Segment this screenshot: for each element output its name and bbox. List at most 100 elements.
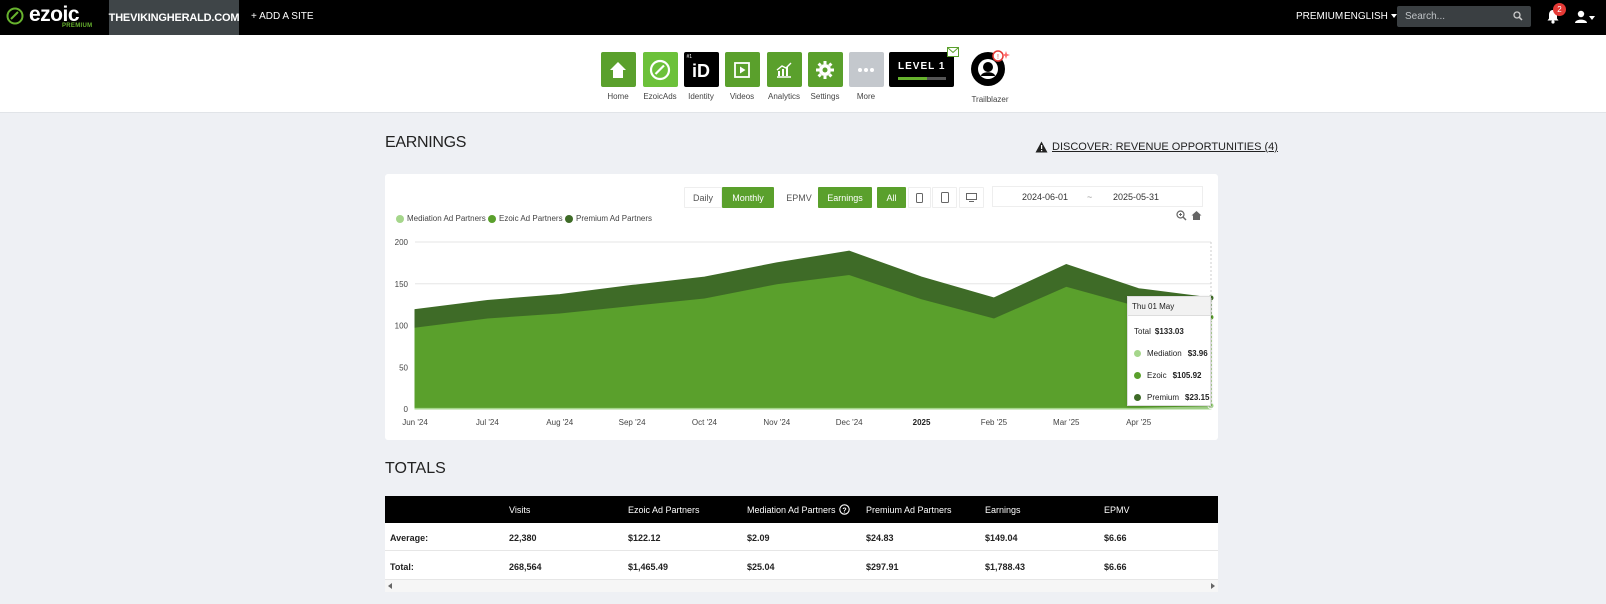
gear-icon (807, 52, 843, 87)
x-tick-label: Oct '24 (692, 418, 718, 427)
svg-text:?: ? (842, 507, 846, 514)
tooltip-row-mediation: Mediation $3.96 (1134, 349, 1208, 358)
discover-revenue-link[interactable]: DISCOVER: REVENUE OPPORTUNITIES (4) (1035, 141, 1278, 153)
nav-label: More (856, 92, 876, 101)
tooltip-row-value: $105.92 (1172, 371, 1202, 380)
table-cell: $24.83 (866, 533, 894, 543)
x-tick-label: Jul '24 (476, 418, 499, 427)
earnings-title: EARNINGS (385, 134, 467, 151)
scroll-left-arrow-icon[interactable] (388, 583, 392, 589)
horizontal-scrollbar[interactable] (385, 580, 1218, 592)
tooltip-row-label: Ezoic (1147, 371, 1167, 380)
x-tick-label: Sep '24 (619, 418, 646, 427)
column-header[interactable]: Mediation Ad Partners ? (747, 504, 850, 515)
tooltip-swatch (1134, 350, 1141, 357)
identity-tag: #1 (686, 54, 693, 60)
x-tick-label: Apr '25 (1126, 418, 1152, 427)
column-header[interactable]: Premium Ad Partners (866, 505, 952, 515)
tooltip-swatch (1134, 372, 1141, 379)
table-cell: 268,564 (509, 562, 542, 572)
home-icon (600, 52, 636, 87)
notification-badge: 2 (1553, 3, 1566, 16)
analytics-icon (766, 52, 802, 87)
scroll-right-arrow-icon[interactable] (1211, 583, 1215, 589)
table-cell: Total: (390, 562, 414, 572)
caret-down-icon (1390, 14, 1397, 19)
site-selector[interactable]: THEVIKINGHERALD.COM (109, 0, 240, 35)
nav-item-more[interactable]: More (848, 52, 884, 101)
x-tick-label: Feb '25 (981, 418, 1008, 427)
trailblazer-label: Trailblazer (971, 95, 1009, 104)
x-tick-label: Nov '24 (763, 418, 790, 427)
totals-title: TOTALS (385, 460, 446, 477)
top-bar: ezoic PREMIUM THEVIKINGHERALD.COM + ADD … (0, 0, 1606, 35)
mail-icon[interactable] (947, 47, 959, 57)
premium-link[interactable]: PREMIUM (1296, 11, 1343, 22)
language-selector[interactable]: ENGLISH (1344, 11, 1397, 22)
language-label: ENGLISH (1344, 11, 1388, 22)
table-cell: $6.66 (1104, 533, 1127, 543)
x-tick-label: Mar '25 (1053, 418, 1080, 427)
level-text: LEVEL 1 (898, 61, 946, 72)
x-tick-label: Jun '24 (402, 418, 428, 427)
table-cell: 22,380 (509, 533, 537, 543)
column-header[interactable]: Earnings (985, 505, 1021, 515)
video-icon (724, 52, 760, 87)
tooltip-row-value: $23.15 (1185, 393, 1210, 402)
table-cell: $122.12 (628, 533, 661, 543)
column-header[interactable]: Ezoic Ad Partners (628, 505, 700, 515)
caret-down-icon (1589, 16, 1595, 20)
discover-text: DISCOVER: REVENUE OPPORTUNITIES (4) (1052, 141, 1278, 153)
earnings-area-chart[interactable]: 0 50 100 150 200 Jun '24 Jul '24 Aug '24 Sep '24… (385, 174, 1218, 440)
logo-subtext: PREMIUM (62, 23, 93, 29)
x-tick-label: Dec '24 (836, 418, 863, 427)
level-badge[interactable]: LEVEL 1 (889, 47, 959, 87)
earnings-chart-card: Daily Monthly EPMV Earnings All 2024-06-… (385, 174, 1218, 440)
chart-tooltip: Thu 01 May Total $133.03 Mediation $3.96 E… (1127, 296, 1211, 406)
column-header[interactable]: EPMV (1104, 505, 1130, 515)
tooltip-total-label: Total (1134, 327, 1151, 336)
search-icon[interactable] (1513, 11, 1523, 21)
search-input[interactable] (1397, 6, 1531, 27)
table-cell: $149.04 (985, 533, 1018, 543)
table-cell: $6.66 (1104, 562, 1127, 572)
ezoic-ads-icon (642, 52, 678, 87)
table-header: Visits Ezoic Ad Partners Mediation Ad Pa… (385, 496, 1218, 523)
table-cell: $2.09 (747, 533, 770, 543)
app-nav-bar: Home EzoicAds #1 iD Identity Videos Anal… (0, 35, 1606, 113)
table-row: Total: 268,564 $1,465.49 $25.04 $297.91 … (385, 552, 1218, 580)
table-cell: $297.91 (866, 562, 899, 572)
x-tick-label: Aug '24 (546, 418, 573, 427)
tooltip-row-value: $3.96 (1187, 349, 1208, 358)
y-tick-label: 50 (399, 363, 408, 372)
level-progress-bar (898, 77, 946, 80)
tooltip-date: Thu 01 May (1128, 297, 1210, 316)
identity-text: iD (692, 61, 710, 81)
y-tick-label: 200 (395, 238, 409, 247)
tooltip-total-value: $133.03 (1154, 327, 1184, 336)
tooltip-swatch (1134, 394, 1141, 401)
table-cell: $1,465.49 (628, 562, 669, 572)
table-cell: Average: (390, 533, 429, 543)
more-icon (848, 52, 884, 87)
tooltip-row-label: Mediation (1147, 349, 1182, 358)
table-row: Average: 22,380 $122.12 $2.09 $24.83 $14… (385, 523, 1218, 551)
user-menu[interactable] (1575, 10, 1595, 28)
warning-icon (1035, 141, 1048, 153)
user-icon (1575, 10, 1587, 23)
help-icon[interactable]: ? (838, 504, 850, 515)
tooltip-row-label: Premium (1147, 393, 1180, 402)
ezoic-logo-icon (6, 7, 24, 25)
tooltip-row-ezoic: Ezoic $105.92 (1134, 371, 1201, 380)
identity-icon: #1 iD (683, 52, 719, 87)
trailblazer[interactable]: ! Trailblazer (960, 48, 1020, 104)
add-site-link[interactable]: + ADD A SITE (251, 11, 314, 22)
x-tick-label: 2025 (913, 418, 931, 427)
ezoic-logo[interactable]: ezoic PREMIUM (6, 3, 106, 31)
y-tick-label: 150 (395, 280, 409, 289)
tooltip-row-premium: Premium $23.15 (1134, 393, 1209, 402)
column-header[interactable]: Visits (509, 505, 530, 515)
trailblazer-icon: ! (971, 50, 1010, 86)
column-header-label: Mediation Ad Partners (747, 504, 836, 515)
table-cell: $25.04 (747, 562, 775, 572)
